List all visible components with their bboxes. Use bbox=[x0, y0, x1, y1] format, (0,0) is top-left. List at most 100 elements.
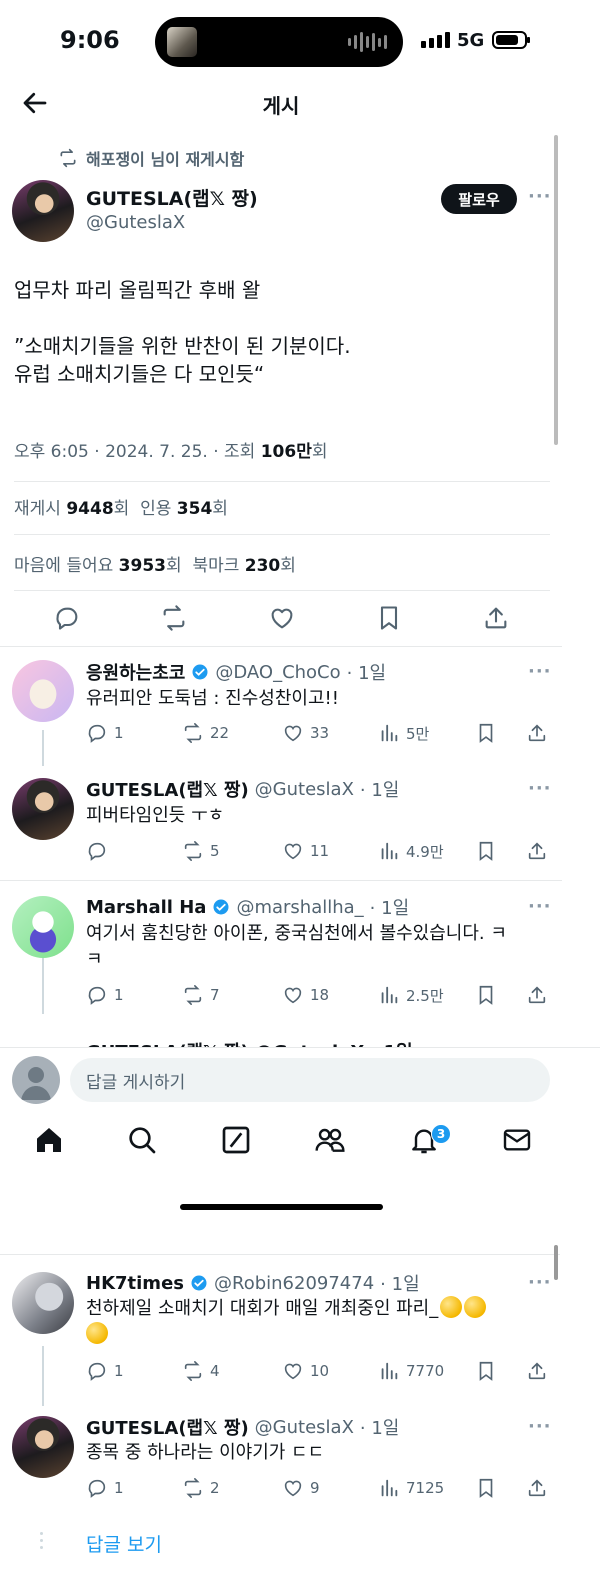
like-unit: 회 bbox=[165, 556, 182, 576]
reply-input[interactable]: 답글 게시하기 bbox=[70, 1058, 550, 1102]
repost-count: 2 bbox=[210, 1479, 220, 1497]
partially-hidden-reply: GUTESLA(랩𝕏 짱) @GuteslaX · 1일 bbox=[0, 1034, 562, 1048]
more-icon[interactable]: ··· bbox=[528, 186, 552, 207]
reply-author[interactable]: GUTESLA(랩𝕏 짱) @GuteslaX · 1일 bbox=[86, 1414, 399, 1440]
avatar[interactable] bbox=[12, 778, 74, 840]
repost-unit: 회 bbox=[113, 499, 130, 519]
likes-label: 마음에 들어요 bbox=[14, 556, 119, 576]
avatar[interactable] bbox=[12, 896, 74, 958]
avatar[interactable] bbox=[12, 1272, 74, 1334]
reply-time: · 1일 bbox=[359, 780, 400, 801]
bookmark-icon[interactable] bbox=[475, 1360, 497, 1382]
grok-icon[interactable] bbox=[220, 1124, 252, 1156]
reply-author-handle: @Robin62097474 bbox=[214, 1272, 375, 1294]
more-icon[interactable]: ··· bbox=[528, 896, 552, 917]
share-icon[interactable] bbox=[526, 1360, 548, 1382]
reply-text: 천하제일 소매치기 대회가 매일 개최중인 파리_ bbox=[86, 1296, 531, 1348]
repost-button[interactable]: 7 bbox=[182, 984, 220, 1006]
reply-author[interactable]: HK7times @Robin62097474 · 1일 bbox=[86, 1270, 420, 1296]
like-icon[interactable] bbox=[268, 604, 296, 632]
view-count: 106만 bbox=[260, 442, 312, 462]
avatar[interactable] bbox=[12, 1416, 74, 1478]
reply-actions: 1 22 33 5만 bbox=[86, 722, 556, 748]
more-icon[interactable]: ··· bbox=[528, 1272, 552, 1293]
views-button[interactable]: 7125 bbox=[378, 1477, 444, 1499]
author-name[interactable]: GUTESLA(랩𝕏 짱) bbox=[86, 184, 258, 211]
follow-button[interactable]: 팔로우 bbox=[441, 184, 517, 214]
author-handle[interactable]: @GuteslaX bbox=[86, 212, 185, 233]
repost-icon bbox=[184, 985, 202, 1005]
bookmark-icon[interactable] bbox=[475, 1477, 497, 1499]
reply-button[interactable]: 1 bbox=[86, 722, 124, 744]
like-button[interactable]: 33 bbox=[282, 722, 329, 744]
reply-author[interactable]: GUTESLA(랩𝕏 짱) @GuteslaX · 1일 bbox=[86, 776, 399, 802]
bookmark-icon[interactable] bbox=[475, 984, 497, 1006]
reply-author[interactable]: Marshall Ha @marshallha_ · 1일 bbox=[86, 894, 409, 920]
view-count: 2.5만 bbox=[406, 986, 444, 1005]
more-icon[interactable]: ··· bbox=[528, 778, 552, 799]
reply-author[interactable]: 응원하는초코 @DAO_ChoCo · 1일 bbox=[86, 659, 386, 685]
reply-button[interactable] bbox=[86, 840, 114, 862]
like-button[interactable]: 11 bbox=[282, 840, 329, 862]
divider bbox=[0, 880, 562, 881]
repost-button[interactable]: 4 bbox=[182, 1360, 220, 1382]
views-button[interactable]: 4.9만 bbox=[378, 840, 444, 862]
scrollbar[interactable] bbox=[554, 135, 558, 445]
search-icon[interactable] bbox=[126, 1124, 158, 1156]
like-count: 33 bbox=[310, 724, 330, 742]
like-bookmark-stats[interactable]: 마음에 들어요 3953회 북마크 230회 bbox=[14, 551, 296, 576]
communities-icon[interactable] bbox=[314, 1124, 346, 1156]
avatar[interactable] bbox=[12, 180, 74, 242]
dynamic-island[interactable] bbox=[155, 17, 403, 67]
reply-count: 1 bbox=[114, 986, 124, 1004]
home-indicator[interactable] bbox=[180, 1204, 383, 1210]
repost-button[interactable]: 22 bbox=[182, 722, 229, 744]
reply-button[interactable]: 1 bbox=[86, 1360, 124, 1382]
reply-time: · 1일 bbox=[380, 1274, 420, 1295]
verified-icon bbox=[213, 899, 229, 915]
repost-note[interactable]: 해포쟁이 님이 재게시함 bbox=[58, 146, 244, 170]
reply-text-body: 천하제일 소매치기 대회가 매일 개최중인 파리_ bbox=[86, 1298, 439, 1319]
views-button[interactable]: 7770 bbox=[378, 1360, 444, 1382]
repost-quote-stats[interactable]: 재게시 9448회 인용 354회 bbox=[14, 494, 228, 519]
home-icon[interactable] bbox=[33, 1124, 65, 1156]
like-icon bbox=[284, 1363, 302, 1380]
more-icon[interactable]: ··· bbox=[528, 661, 552, 682]
reply-button[interactable]: 1 bbox=[86, 1477, 124, 1499]
like-button[interactable]: 9 bbox=[282, 1477, 320, 1499]
repost-icon[interactable] bbox=[160, 604, 188, 632]
views-button[interactable]: 5만 bbox=[378, 722, 429, 744]
scrollbar[interactable] bbox=[554, 1245, 558, 1280]
views-button[interactable]: 2.5만 bbox=[378, 984, 444, 1006]
views-icon bbox=[381, 986, 398, 1004]
share-icon[interactable] bbox=[526, 984, 548, 1006]
reply-time: · 1일 bbox=[346, 663, 387, 684]
reply-composer-bar: 답글 게시하기 bbox=[0, 1047, 600, 1112]
bookmarks-label: 북마크 bbox=[192, 556, 245, 576]
reply-actions: 1 4 10 7770 bbox=[86, 1360, 556, 1386]
view-count: 7770 bbox=[406, 1362, 445, 1380]
reply-author-name: HK7times bbox=[86, 1272, 184, 1294]
repost-button[interactable]: 5 bbox=[182, 840, 220, 862]
bookmark-icon[interactable] bbox=[375, 604, 403, 632]
messages-icon[interactable] bbox=[501, 1124, 533, 1156]
reply-author-name: Marshall Ha bbox=[86, 896, 207, 918]
like-button[interactable]: 18 bbox=[282, 984, 329, 1006]
share-icon[interactable] bbox=[526, 722, 548, 744]
my-avatar[interactable] bbox=[12, 1056, 60, 1104]
repost-button[interactable]: 2 bbox=[182, 1477, 220, 1499]
post-timestamp: 오후 6:05 · 2024. 7. 25. · 조회 bbox=[14, 442, 261, 462]
bookmark-icon[interactable] bbox=[475, 840, 497, 862]
tab-bar bbox=[0, 1112, 600, 1176]
avatar[interactable] bbox=[12, 660, 74, 722]
share-icon[interactable] bbox=[482, 604, 510, 632]
bookmark-icon[interactable] bbox=[475, 722, 497, 744]
share-icon[interactable] bbox=[526, 1477, 548, 1499]
share-icon[interactable] bbox=[526, 840, 548, 862]
reply-button[interactable]: 1 bbox=[86, 984, 124, 1006]
like-button[interactable]: 10 bbox=[282, 1360, 329, 1382]
reply-time: · 1일 bbox=[369, 898, 410, 919]
reply-icon[interactable] bbox=[53, 604, 81, 632]
more-icon[interactable]: ··· bbox=[528, 1416, 552, 1437]
show-replies-link[interactable]: 답글 보기 bbox=[86, 1530, 162, 1557]
